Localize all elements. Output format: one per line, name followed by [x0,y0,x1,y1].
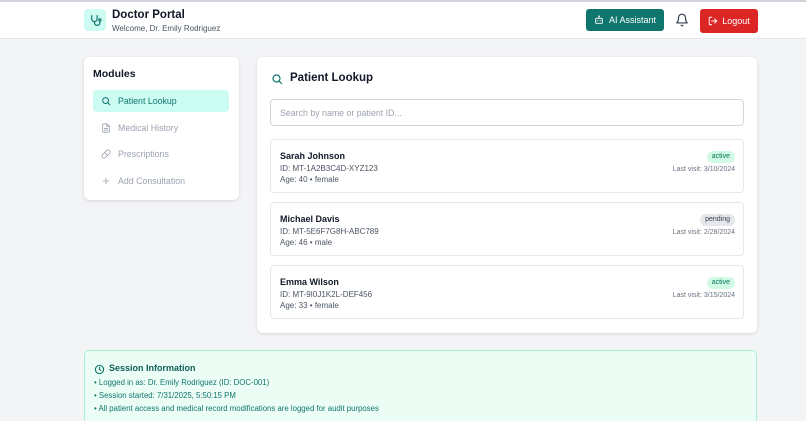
session-title: Session Information [109,363,196,373]
modules-title: Modules [93,68,136,80]
logout-label: Logout [722,16,750,26]
robot-icon [595,15,603,24]
pill-icon [101,149,111,159]
session-line: • Logged in as: Dr. Emily Rodriguez (ID:… [94,378,270,387]
patient-meta: Age: 40 • female [280,175,339,184]
stethoscope-icon [84,9,106,31]
plus-icon [102,177,110,185]
last-visit: Last visit: 2/28/2024 [672,229,735,236]
logout-icon [709,16,718,26]
ai-assistant-button[interactable]: AI Assistant [586,9,664,31]
patient-lookup-panel: Patient Lookup Sarah Johnson ID: MT-1A2B… [257,57,757,333]
session-line: • Session started: 7/31/2025, 5:50:15 PM [94,391,236,400]
search-icon [102,97,111,106]
sidebar-item-medical-history[interactable]: Medical History [93,117,229,139]
session-info-panel: Session Information • Logged in as: Dr. … [84,350,757,421]
bell-icon[interactable] [675,13,689,27]
app-title: Doctor Portal [112,9,185,21]
last-visit: Last visit: 3/15/2024 [672,292,735,299]
last-visit: Last visit: 3/10/2024 [672,166,735,173]
document-icon [102,123,110,133]
patient-name: Sarah Johnson [280,151,346,161]
sidebar-item-label: Patient Lookup [118,96,177,106]
patient-id: ID: MT-1A2B3C4D-XYZ123 [280,164,378,173]
search-icon [271,72,283,85]
sidebar-item-label: Add Consultation [118,176,185,186]
sidebar-item-label: Prescriptions [118,149,169,159]
patient-search-input[interactable] [270,99,744,126]
patient-name: Michael Davis [280,214,340,224]
sidebar-item-label: Medical History [118,123,179,133]
patient-card[interactable]: Emma Wilson ID: MT-9I0J1K2L-DEF456 Age: … [270,265,744,319]
patient-meta: Age: 46 • male [280,238,333,247]
patient-card[interactable]: Sarah Johnson ID: MT-1A2B3C4D-XYZ123 Age… [270,139,744,193]
patient-name: Emma Wilson [280,277,339,287]
sidebar-item-patient-lookup[interactable]: Patient Lookup [93,90,229,112]
status-badge: pending [700,214,735,226]
panel-title: Patient Lookup [290,72,374,84]
status-badge: active [706,277,735,289]
modules-panel: Modules Patient Lookup Medical History P… [84,57,239,200]
sidebar-item-prescriptions[interactable]: Prescriptions [93,143,229,165]
app-header: Doctor Portal Welcome, Dr. Emily Rodrigu… [0,2,806,39]
session-line: • All patient access and medical record … [94,404,379,413]
patient-id: ID: MT-5E6F7G8H-ABC789 [280,227,379,236]
patient-id: ID: MT-9I0J1K2L-DEF456 [280,290,373,299]
logout-button[interactable]: Logout [700,9,758,33]
ai-assistant-label: AI Assistant [608,15,657,25]
sidebar-item-add-consultation[interactable]: Add Consultation [93,170,229,192]
patient-card[interactable]: Michael Davis ID: MT-5E6F7G8H-ABC789 Age… [270,202,744,256]
patient-meta: Age: 33 • female [280,301,339,310]
status-badge: active [706,151,735,163]
clock-icon [94,362,105,375]
welcome-text: Welcome, Dr. Emily Rodriguez [112,24,221,33]
